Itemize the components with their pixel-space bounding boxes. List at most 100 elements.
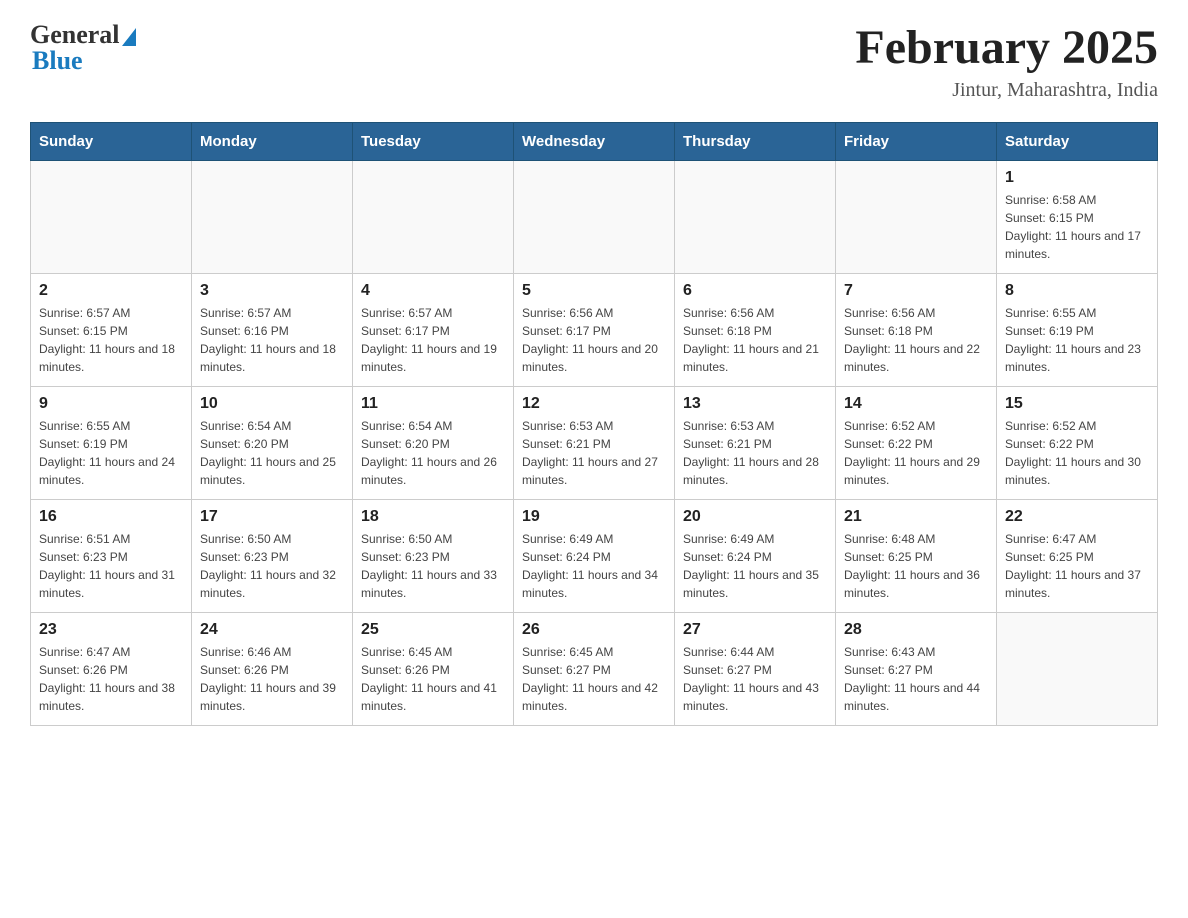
day-number: 2 bbox=[39, 282, 183, 300]
day-of-week-header: Monday bbox=[192, 123, 353, 161]
calendar-day-cell bbox=[192, 161, 353, 274]
day-number: 13 bbox=[683, 395, 827, 413]
calendar-body: 1Sunrise: 6:58 AM Sunset: 6:15 PM Daylig… bbox=[31, 161, 1158, 726]
day-number: 10 bbox=[200, 395, 344, 413]
day-number: 19 bbox=[522, 508, 666, 526]
day-info-text: Sunrise: 6:45 AM Sunset: 6:27 PM Dayligh… bbox=[522, 643, 666, 715]
day-info-text: Sunrise: 6:54 AM Sunset: 6:20 PM Dayligh… bbox=[361, 417, 505, 489]
day-info-text: Sunrise: 6:56 AM Sunset: 6:17 PM Dayligh… bbox=[522, 304, 666, 376]
month-title: February 2025 bbox=[855, 20, 1158, 75]
calendar-day-cell bbox=[997, 613, 1158, 726]
day-of-week-header: Wednesday bbox=[514, 123, 675, 161]
day-info-text: Sunrise: 6:51 AM Sunset: 6:23 PM Dayligh… bbox=[39, 530, 183, 602]
day-number: 15 bbox=[1005, 395, 1149, 413]
day-number: 12 bbox=[522, 395, 666, 413]
day-number: 24 bbox=[200, 621, 344, 639]
calendar-header: SundayMondayTuesdayWednesdayThursdayFrid… bbox=[31, 123, 1158, 161]
calendar-day-cell: 11Sunrise: 6:54 AM Sunset: 6:20 PM Dayli… bbox=[353, 387, 514, 500]
day-info-text: Sunrise: 6:48 AM Sunset: 6:25 PM Dayligh… bbox=[844, 530, 988, 602]
calendar-day-cell bbox=[31, 161, 192, 274]
day-number: 7 bbox=[844, 282, 988, 300]
calendar-day-cell: 5 Sunrise: 6:56 AM Sunset: 6:17 PM Daylig… bbox=[514, 274, 675, 387]
day-of-week-header: Tuesday bbox=[353, 123, 514, 161]
day-number: 5 bbox=[522, 282, 666, 300]
day-info-text: Sunrise: 6:46 AM Sunset: 6:26 PM Dayligh… bbox=[200, 643, 344, 715]
day-number: 6 bbox=[683, 282, 827, 300]
day-number: 25 bbox=[361, 621, 505, 639]
calendar-day-cell: 10 Sunrise: 6:54 AM Sunset: 6:20 PM Dayli… bbox=[192, 387, 353, 500]
day-info-text: Sunrise: 6:43 AM Sunset: 6:27 PM Dayligh… bbox=[844, 643, 988, 715]
day-of-week-header: Friday bbox=[836, 123, 997, 161]
day-info-text: Sunrise: 6:56 AM Sunset: 6:18 PM Dayligh… bbox=[683, 304, 827, 376]
calendar-day-cell: 16Sunrise: 6:51 AM Sunset: 6:23 PM Dayli… bbox=[31, 500, 192, 613]
calendar-week-row: 1Sunrise: 6:58 AM Sunset: 6:15 PM Daylig… bbox=[31, 161, 1158, 274]
calendar-day-cell: 15 Sunrise: 6:52 AM Sunset: 6:22 PM Dayli… bbox=[997, 387, 1158, 500]
day-of-week-header: Saturday bbox=[997, 123, 1158, 161]
page-header: General Blue February 2025 Jintur, Mahar… bbox=[30, 20, 1158, 102]
calendar-day-cell bbox=[675, 161, 836, 274]
calendar-day-cell: 19 Sunrise: 6:49 AM Sunset: 6:24 PM Dayli… bbox=[514, 500, 675, 613]
day-number: 20 bbox=[683, 508, 827, 526]
calendar-day-cell: 14 Sunrise: 6:52 AM Sunset: 6:22 PM Dayli… bbox=[836, 387, 997, 500]
calendar-day-cell: 17Sunrise: 6:50 AM Sunset: 6:23 PM Dayli… bbox=[192, 500, 353, 613]
day-number: 22 bbox=[1005, 508, 1149, 526]
day-number: 17 bbox=[200, 508, 344, 526]
calendar-day-cell: 27 Sunrise: 6:44 AM Sunset: 6:27 PM Dayli… bbox=[675, 613, 836, 726]
calendar-day-cell bbox=[514, 161, 675, 274]
calendar-day-cell: 23 Sunrise: 6:47 AM Sunset: 6:26 PM Dayli… bbox=[31, 613, 192, 726]
day-header-row: SundayMondayTuesdayWednesdayThursdayFrid… bbox=[31, 123, 1158, 161]
calendar-day-cell: 22 Sunrise: 6:47 AM Sunset: 6:25 PM Dayli… bbox=[997, 500, 1158, 613]
day-info-text: Sunrise: 6:47 AM Sunset: 6:25 PM Dayligh… bbox=[1005, 530, 1149, 602]
day-info-text: Sunrise: 6:57 AM Sunset: 6:15 PM Dayligh… bbox=[39, 304, 183, 376]
calendar-day-cell: 12 Sunrise: 6:53 AM Sunset: 6:21 PM Dayli… bbox=[514, 387, 675, 500]
day-info-text: Sunrise: 6:49 AM Sunset: 6:24 PM Dayligh… bbox=[522, 530, 666, 602]
calendar-day-cell: 4 Sunrise: 6:57 AM Sunset: 6:17 PM Daylig… bbox=[353, 274, 514, 387]
day-info-text: Sunrise: 6:53 AM Sunset: 6:21 PM Dayligh… bbox=[522, 417, 666, 489]
day-info-text: Sunrise: 6:44 AM Sunset: 6:27 PM Dayligh… bbox=[683, 643, 827, 715]
location-text: Jintur, Maharashtra, India bbox=[855, 79, 1158, 102]
day-info-text: Sunrise: 6:57 AM Sunset: 6:16 PM Dayligh… bbox=[200, 304, 344, 376]
day-number: 8 bbox=[1005, 282, 1149, 300]
day-info-text: Sunrise: 6:52 AM Sunset: 6:22 PM Dayligh… bbox=[1005, 417, 1149, 489]
day-info-text: Sunrise: 6:50 AM Sunset: 6:23 PM Dayligh… bbox=[361, 530, 505, 602]
calendar-day-cell bbox=[353, 161, 514, 274]
calendar-week-row: 16Sunrise: 6:51 AM Sunset: 6:23 PM Dayli… bbox=[31, 500, 1158, 613]
calendar-day-cell: 25Sunrise: 6:45 AM Sunset: 6:26 PM Dayli… bbox=[353, 613, 514, 726]
day-number: 3 bbox=[200, 282, 344, 300]
logo-blue-text: Blue bbox=[32, 46, 136, 76]
title-block: February 2025 Jintur, Maharashtra, India bbox=[855, 20, 1158, 102]
calendar-day-cell: 8 Sunrise: 6:55 AM Sunset: 6:19 PM Daylig… bbox=[997, 274, 1158, 387]
day-info-text: Sunrise: 6:56 AM Sunset: 6:18 PM Dayligh… bbox=[844, 304, 988, 376]
day-info-text: Sunrise: 6:47 AM Sunset: 6:26 PM Dayligh… bbox=[39, 643, 183, 715]
calendar-day-cell: 28 Sunrise: 6:43 AM Sunset: 6:27 PM Dayli… bbox=[836, 613, 997, 726]
calendar-day-cell: 26 Sunrise: 6:45 AM Sunset: 6:27 PM Dayli… bbox=[514, 613, 675, 726]
day-number: 21 bbox=[844, 508, 988, 526]
calendar-day-cell: 20Sunrise: 6:49 AM Sunset: 6:24 PM Dayli… bbox=[675, 500, 836, 613]
day-number: 4 bbox=[361, 282, 505, 300]
day-of-week-header: Thursday bbox=[675, 123, 836, 161]
day-number: 18 bbox=[361, 508, 505, 526]
day-info-text: Sunrise: 6:53 AM Sunset: 6:21 PM Dayligh… bbox=[683, 417, 827, 489]
calendar-day-cell: 24 Sunrise: 6:46 AM Sunset: 6:26 PM Dayli… bbox=[192, 613, 353, 726]
logo-arrow-icon bbox=[122, 28, 136, 46]
day-info-text: Sunrise: 6:57 AM Sunset: 6:17 PM Dayligh… bbox=[361, 304, 505, 376]
day-info-text: Sunrise: 6:55 AM Sunset: 6:19 PM Dayligh… bbox=[39, 417, 183, 489]
calendar-day-cell: 1Sunrise: 6:58 AM Sunset: 6:15 PM Daylig… bbox=[997, 161, 1158, 274]
day-of-week-header: Sunday bbox=[31, 123, 192, 161]
day-number: 1 bbox=[1005, 169, 1149, 187]
day-info-text: Sunrise: 6:55 AM Sunset: 6:19 PM Dayligh… bbox=[1005, 304, 1149, 376]
calendar-day-cell: 7 Sunrise: 6:56 AM Sunset: 6:18 PM Daylig… bbox=[836, 274, 997, 387]
calendar-day-cell: 13 Sunrise: 6:53 AM Sunset: 6:21 PM Dayli… bbox=[675, 387, 836, 500]
day-number: 26 bbox=[522, 621, 666, 639]
calendar-day-cell bbox=[836, 161, 997, 274]
day-number: 9 bbox=[39, 395, 183, 413]
calendar-table: SundayMondayTuesdayWednesdayThursdayFrid… bbox=[30, 122, 1158, 726]
day-number: 14 bbox=[844, 395, 988, 413]
day-number: 23 bbox=[39, 621, 183, 639]
day-number: 27 bbox=[683, 621, 827, 639]
calendar-week-row: 23 Sunrise: 6:47 AM Sunset: 6:26 PM Dayli… bbox=[31, 613, 1158, 726]
day-info-text: Sunrise: 6:54 AM Sunset: 6:20 PM Dayligh… bbox=[200, 417, 344, 489]
day-number: 28 bbox=[844, 621, 988, 639]
calendar-day-cell: 18 Sunrise: 6:50 AM Sunset: 6:23 PM Dayli… bbox=[353, 500, 514, 613]
day-info-text: Sunrise: 6:52 AM Sunset: 6:22 PM Dayligh… bbox=[844, 417, 988, 489]
